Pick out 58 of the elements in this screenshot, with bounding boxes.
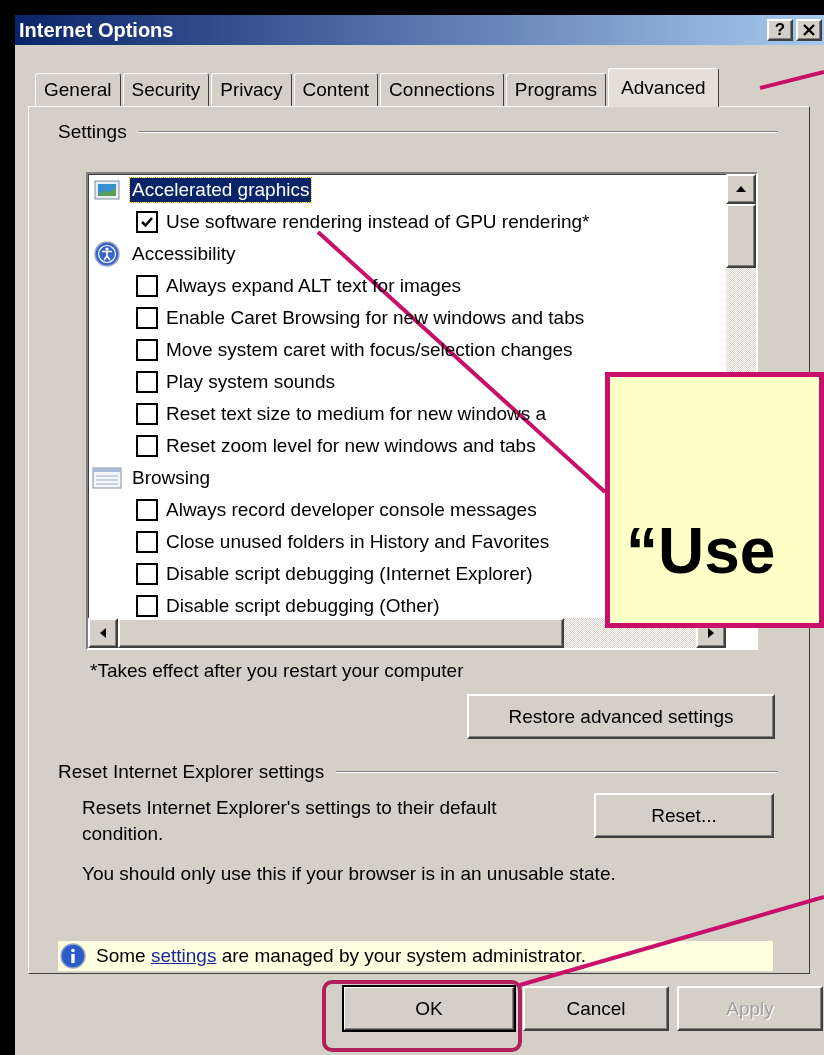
option-label: Use software rendering instead of GPU rendering* bbox=[166, 211, 590, 233]
tab[interactable]: Advanced bbox=[608, 68, 719, 107]
arrow-up-icon bbox=[735, 185, 747, 193]
option-label: Disable script debugging (Internet Explorer) bbox=[166, 563, 533, 585]
checkbox[interactable] bbox=[136, 307, 158, 329]
scroll-thumb[interactable] bbox=[118, 618, 564, 648]
tab[interactable]: Connections bbox=[380, 73, 504, 106]
monitor-icon bbox=[94, 180, 120, 200]
checkbox[interactable] bbox=[136, 563, 158, 585]
info-icon bbox=[60, 943, 86, 969]
tab[interactable]: General bbox=[35, 73, 121, 106]
settings-link[interactable]: settings bbox=[150, 945, 217, 966]
tab[interactable]: Security bbox=[122, 73, 210, 106]
group-label: Reset Internet Explorer settings bbox=[58, 761, 325, 783]
option-label: Play system sounds bbox=[166, 371, 335, 393]
checkbox[interactable] bbox=[136, 371, 158, 393]
scroll-left-button[interactable] bbox=[88, 618, 118, 648]
checkbox[interactable] bbox=[136, 531, 158, 553]
scroll-thumb[interactable] bbox=[726, 204, 756, 268]
checkbox[interactable] bbox=[136, 595, 158, 617]
checkbox[interactable] bbox=[136, 339, 158, 361]
category-item[interactable]: Accessibility bbox=[130, 242, 238, 266]
checkbox[interactable] bbox=[136, 403, 158, 425]
reset-button[interactable]: Reset... bbox=[594, 793, 774, 838]
tab[interactable]: Content bbox=[293, 73, 379, 106]
accessibility-icon bbox=[94, 241, 120, 267]
checkbox[interactable] bbox=[136, 211, 158, 233]
description-text: Resets Internet Explorer's settings to their default condition. bbox=[82, 796, 498, 846]
scroll-up-button[interactable] bbox=[726, 174, 756, 204]
group-label: Settings bbox=[58, 121, 127, 143]
option-label: Close unused folders in History and Favorites bbox=[166, 531, 550, 553]
footnote-text: *Takes effect after you restart your computer bbox=[90, 660, 465, 682]
checkmark-icon bbox=[140, 215, 154, 229]
tab[interactable]: Privacy bbox=[211, 73, 292, 106]
close-button[interactable] bbox=[796, 19, 822, 41]
tab[interactable]: Programs bbox=[505, 73, 607, 106]
option-label: Reset zoom level for new windows and tabs bbox=[166, 435, 536, 457]
callout-text: “Use bbox=[626, 519, 776, 583]
horizontal-scrollbar[interactable] bbox=[88, 618, 726, 648]
note-text: You should only use this if your browser is in an unusable state. bbox=[82, 863, 617, 885]
help-button[interactable]: ? bbox=[767, 19, 793, 41]
checkbox[interactable] bbox=[136, 499, 158, 521]
restore-button[interactable]: Restore advanced settings bbox=[467, 694, 775, 739]
category-item[interactable]: Browsing bbox=[130, 466, 213, 490]
option-label: Disable script debugging (Other) bbox=[166, 595, 440, 617]
category-item[interactable]: Accelerated graphics bbox=[130, 178, 312, 202]
checkbox[interactable] bbox=[136, 275, 158, 297]
dialog-button[interactable]: Cancel bbox=[523, 986, 669, 1031]
arrow-right-icon bbox=[707, 627, 715, 639]
checkbox[interactable] bbox=[136, 435, 158, 457]
dialog-button[interactable]: OK bbox=[343, 986, 515, 1031]
close-icon bbox=[803, 24, 815, 36]
window-icon bbox=[92, 467, 122, 489]
window-title: Internet Options bbox=[19, 18, 174, 42]
arrow-left-icon bbox=[99, 627, 107, 639]
info-text: Some settings are managed by your system administrator. bbox=[96, 945, 586, 967]
option-label: Always record developer console messages bbox=[166, 499, 537, 521]
leader-line bbox=[759, 70, 824, 90]
